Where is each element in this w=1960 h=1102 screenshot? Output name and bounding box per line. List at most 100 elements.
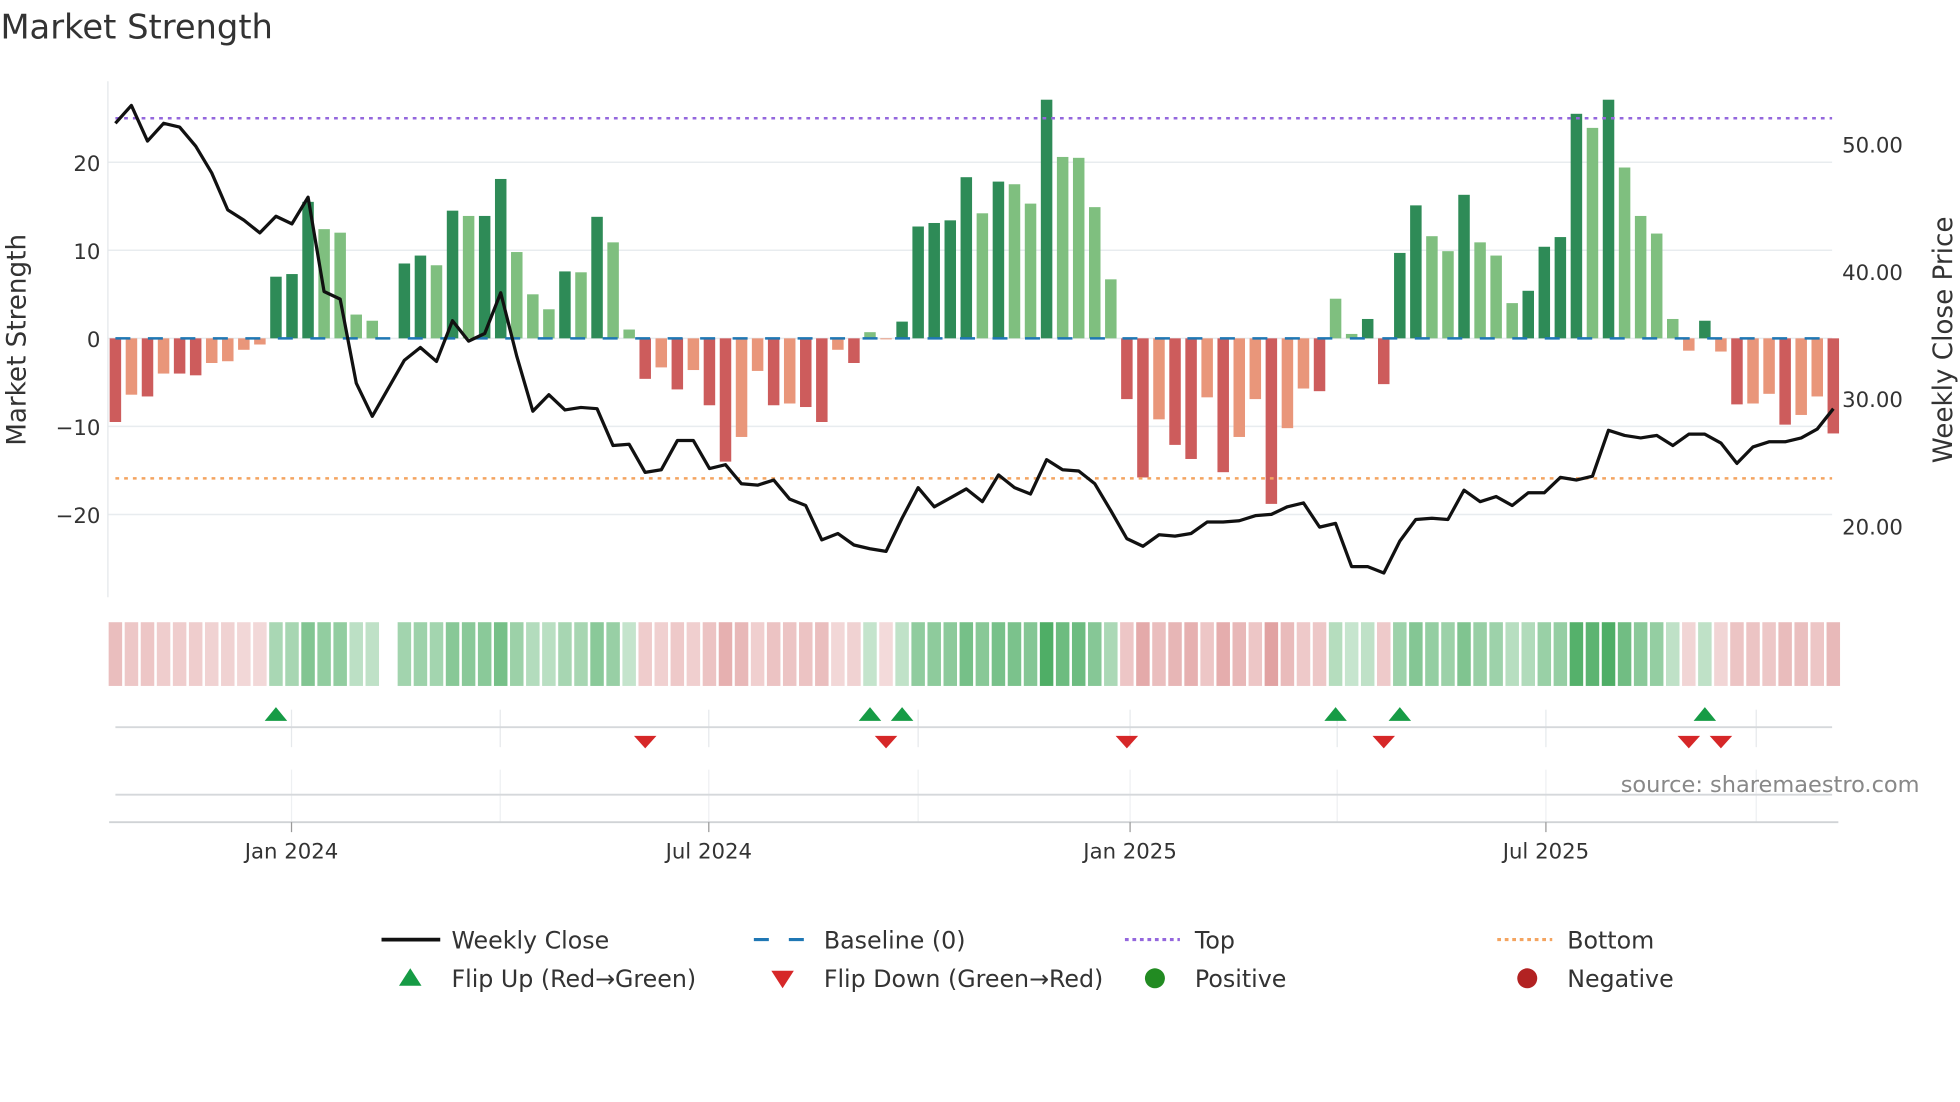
positive-bar [912,226,924,339]
strip-cell [349,622,363,686]
strip-cell [1441,622,1455,686]
negative-bar [141,338,154,397]
strip-cell [301,622,315,686]
legend-item-baseline: Baseline (0) [753,926,966,954]
negative-bar [1811,338,1823,397]
strip-cell [269,622,283,686]
positive-bar [543,309,555,339]
positive-bar [928,222,940,339]
strip-cell [1248,622,1263,686]
negative-bar [1795,338,1807,415]
positive-bar [623,329,635,339]
positive-bar [1474,242,1486,339]
y-tick-label: 20 [73,152,100,177]
strip-cell [124,622,139,686]
negative-bar [222,338,234,362]
negative-bar [189,338,202,376]
legend-label: Flip Up (Red→Green) [451,965,696,993]
negative-bar [1747,338,1759,404]
flip-down-icon [771,970,794,989]
strip-cell [140,622,155,686]
y-axis-ticks: 20 10 0 −10 −20 [56,152,101,529]
strip-cell [1425,622,1439,686]
strength-heat-strip [108,622,1841,686]
y2-tick-label: 20.00 [1842,516,1903,541]
negative-bar [1715,338,1727,352]
legend-item-close: Weekly Close [381,926,609,954]
strip-cell [1810,622,1824,686]
strip-cell [1617,622,1632,686]
positive-bar [1008,184,1021,339]
strip-cell [510,622,524,686]
flip-up-marker [264,707,288,721]
positive-bar [527,294,539,339]
legend-label: Top [1194,926,1235,954]
negative-bar [1313,338,1326,392]
legend-label: Positive [1195,965,1286,993]
strip-cell [991,622,1006,686]
positive-bar [1602,99,1615,339]
strip-cell [1489,622,1503,686]
strip-cell [1521,622,1535,686]
flip-markers [264,707,1757,823]
strip-cell [1730,622,1744,686]
strip-cell [1312,622,1327,686]
negative-bar [719,338,732,462]
strip-cell [188,622,203,686]
positive-bar [1040,99,1053,339]
negative-bar [1779,338,1791,425]
strip-cell [847,622,861,686]
legend-label: Baseline (0) [824,926,966,954]
strip-cell [365,622,380,686]
positive-bar [607,242,619,339]
negative-bar [1121,338,1133,400]
negative-bar [1281,338,1294,429]
negative-bar [639,338,651,379]
strip-cell [574,622,588,686]
legend-label: Weekly Close [451,926,609,954]
flip-up-marker [1388,707,1412,721]
strip-cell [927,622,941,686]
strip-cell [1168,622,1182,686]
strip-cell [670,622,685,686]
strip-cell [1714,622,1728,686]
y2-axis-label: Weekly Close Price [1929,217,1959,464]
strip-cell [542,622,556,686]
flip-down-marker [633,735,657,749]
strip-cell [863,622,877,686]
y-axis-label: Market Strength [2,234,32,446]
strip-cell [606,622,620,686]
flip-down-marker [874,735,898,749]
positive-bar [1458,194,1470,339]
positive-bar [1634,215,1647,339]
strip-cell [879,622,893,686]
strip-cell [1553,622,1568,686]
positive-bar [1442,251,1454,339]
legend-item-top: Top [1124,926,1235,954]
y2-tick-label: 50.00 [1842,133,1903,158]
strip-cell [1457,622,1471,686]
strip-cell [975,622,990,686]
strip-cell [253,622,267,686]
x-tick-label: Jul 2025 [1501,839,1589,864]
y-tick-label: 10 [73,240,100,265]
strip-cell [638,622,652,686]
strip-cell [815,622,829,686]
positive-bar [1699,320,1711,339]
y2-tick-label: 30.00 [1842,388,1903,413]
legend-circle-icon [1144,968,1165,989]
strip-cell [1682,622,1696,686]
positive-bar [1650,233,1663,339]
y-tick-label: −10 [56,416,101,441]
strip-cell [1569,622,1584,686]
strip-cell [1120,622,1134,686]
strip-cell [943,622,958,686]
strip-cell [1184,622,1198,686]
positive-bar [1586,127,1599,339]
y-tick-label: 0 [87,328,101,353]
strip-cell [1296,622,1311,686]
strip-cell [1778,622,1792,686]
strip-cell [477,622,492,686]
strip-cell [1039,622,1054,686]
negative-bar [1827,338,1840,434]
